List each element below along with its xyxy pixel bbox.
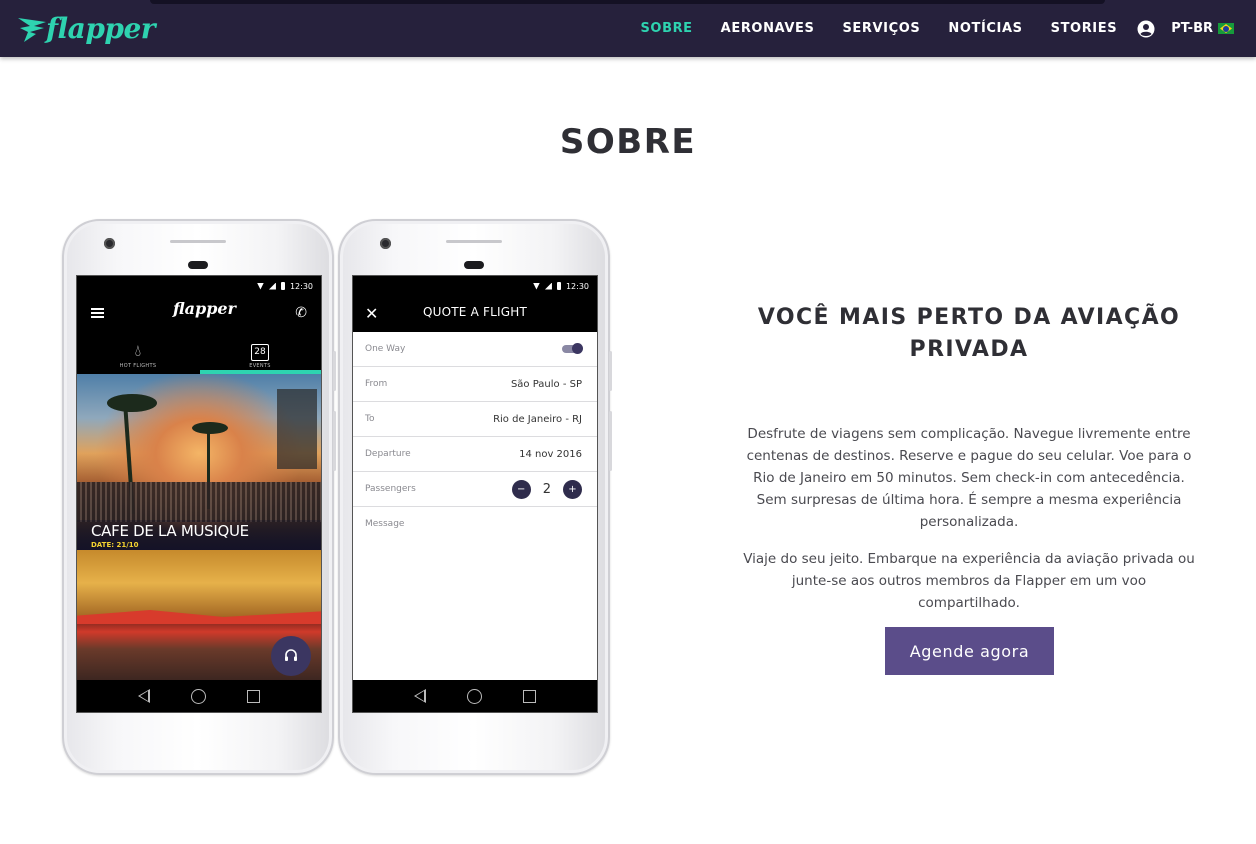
flapper-logo[interactable]: flapper xyxy=(16,8,156,50)
decrement-button[interactable]: − xyxy=(511,479,531,499)
home-icon[interactable] xyxy=(190,688,206,704)
status-bar: 12:30 xyxy=(77,276,321,296)
wifi-icon xyxy=(532,282,540,290)
palm-leaves xyxy=(192,422,228,434)
volume-button xyxy=(609,351,612,391)
tab-label: HOT FLIGHTS xyxy=(119,363,157,369)
from-label: From xyxy=(365,379,388,389)
to-value[interactable]: Rio de Janeiro - RJ xyxy=(493,414,582,425)
nav-item-sobre[interactable]: SOBRE xyxy=(640,21,692,36)
description-paragraph-2: Viaje do seu jeito. Embarque na experiên… xyxy=(743,551,1195,611)
battery-icon xyxy=(556,282,561,290)
event-card-image[interactable]: CAFE DE LA MUSIQUE DATE: 21/10 xyxy=(77,374,321,550)
menu-hamburger-icon[interactable] xyxy=(91,308,104,318)
flapper-wing-icon xyxy=(18,18,46,42)
event-title: CAFE DE LA MUSIQUE xyxy=(91,522,249,540)
signal-icon xyxy=(544,282,552,290)
from-row[interactable]: From São Paulo - SP xyxy=(353,367,597,402)
logo-wordmark: flapper xyxy=(46,12,156,45)
android-nav-bar xyxy=(77,680,321,712)
phone-mockup-events: 12:30 flapper ✆ 💧︎ HOT FLIGHTS 28 EVENTS xyxy=(62,219,336,775)
app-tabs: 💧︎ HOT FLIGHTS 28 EVENTS xyxy=(77,332,321,374)
phone-screen: 12:30 flapper ✆ 💧︎ HOT FLIGHTS 28 EVENTS xyxy=(76,275,322,713)
stage-truss xyxy=(277,389,317,469)
message-label: Message xyxy=(365,519,405,529)
status-time: 12:30 xyxy=(289,281,313,291)
app-logo: flapper xyxy=(173,299,236,318)
to-label: To xyxy=(365,414,375,424)
account-circle-icon[interactable] xyxy=(1137,20,1155,38)
passengers-value: 2 xyxy=(542,481,551,497)
one-way-row: One Way xyxy=(353,332,597,367)
power-button xyxy=(609,411,612,471)
nav-item-servicos[interactable]: SERVIÇOS xyxy=(842,21,920,36)
departure-row[interactable]: Departure 14 nov 2016 xyxy=(353,437,597,472)
quote-title: QUOTE A FLIGHT xyxy=(422,305,527,319)
section-title: SOBRE xyxy=(559,122,697,162)
tagline: VOCÊ MAIS PERTO DA AVIAÇÃO PRIVADA xyxy=(757,305,1181,362)
language-selector[interactable]: PT-BR xyxy=(1171,21,1234,36)
from-value[interactable]: São Paulo - SP xyxy=(511,379,582,390)
increment-button[interactable]: + xyxy=(563,479,582,499)
calendar-icon: 28 xyxy=(251,344,269,361)
passengers-row: Passengers − 2 + xyxy=(353,472,597,507)
volume-button xyxy=(333,351,336,391)
event-date: DATE: 21/10 xyxy=(91,541,139,549)
top-navbar: flapper SOBRE AERONAVES SERVIÇOS NOTÍCIA… xyxy=(0,0,1256,57)
back-icon[interactable] xyxy=(413,689,426,703)
speaker-grille xyxy=(446,240,502,243)
nav-item-aeronaves[interactable]: AERONAVES xyxy=(721,21,815,36)
quote-form: One Way From São Paulo - SP To Rio de Ja… xyxy=(353,332,597,682)
phone-mockup-quote: 12:30 ✕ QUOTE A FLIGHT One Way From São … xyxy=(338,219,612,775)
back-icon[interactable] xyxy=(137,689,150,703)
headset-icon[interactable] xyxy=(271,636,311,676)
description-paragraph-1: Desfrute de viagens sem complicação. Nav… xyxy=(746,426,1192,530)
recents-icon[interactable] xyxy=(523,689,537,703)
language-code: PT-BR xyxy=(1171,21,1213,36)
tab-events[interactable]: 28 EVENTS xyxy=(199,332,321,374)
front-camera xyxy=(380,238,391,249)
android-nav-bar xyxy=(353,680,597,712)
earpiece xyxy=(464,261,484,269)
to-row[interactable]: To Rio de Janeiro - RJ xyxy=(353,402,597,437)
one-way-toggle[interactable] xyxy=(562,343,583,354)
nav-item-stories[interactable]: STORIES xyxy=(1051,21,1118,36)
battery-icon xyxy=(280,282,285,290)
red-canopy xyxy=(77,610,321,624)
nav-item-noticias[interactable]: NOTÍCIAS xyxy=(948,21,1022,36)
front-camera xyxy=(104,238,115,249)
passengers-label: Passengers xyxy=(365,484,416,494)
passengers-stepper: − 2 + xyxy=(511,479,582,499)
speaker-grille xyxy=(170,240,226,243)
message-field[interactable]: Message xyxy=(353,507,597,541)
home-icon[interactable] xyxy=(466,688,482,704)
quote-header: ✕ QUOTE A FLIGHT xyxy=(353,296,597,332)
schedule-now-button[interactable]: Agende agora xyxy=(885,627,1054,675)
tab-label: EVENTS xyxy=(249,363,271,369)
earpiece xyxy=(188,261,208,269)
tab-hot-flights[interactable]: 💧︎ HOT FLIGHTS xyxy=(77,332,199,374)
app-header: flapper ✆ xyxy=(77,296,321,330)
signal-icon xyxy=(268,282,276,290)
departure-label: Departure xyxy=(365,449,411,459)
crowd xyxy=(77,482,321,522)
phone-screen: 12:30 ✕ QUOTE A FLIGHT One Way From São … xyxy=(352,275,598,713)
event-caption: CAFE DE LA MUSIQUE DATE: 21/10 xyxy=(77,520,321,550)
phone-icon[interactable]: ✆ xyxy=(295,304,307,321)
brazil-flag-icon xyxy=(1218,23,1234,34)
drop-icon: 💧︎ xyxy=(134,343,142,360)
recents-icon[interactable] xyxy=(247,689,261,703)
one-way-label: One Way xyxy=(365,344,406,354)
status-time: 12:30 xyxy=(565,281,589,291)
status-bar: 12:30 xyxy=(353,276,597,296)
palm-leaves xyxy=(107,394,157,412)
wifi-icon xyxy=(256,282,264,290)
main-menu: SOBRE AERONAVES SERVIÇOS NOTÍCIAS STORIE… xyxy=(612,0,1234,57)
power-button xyxy=(333,411,336,471)
departure-value[interactable]: 14 nov 2016 xyxy=(519,449,582,460)
